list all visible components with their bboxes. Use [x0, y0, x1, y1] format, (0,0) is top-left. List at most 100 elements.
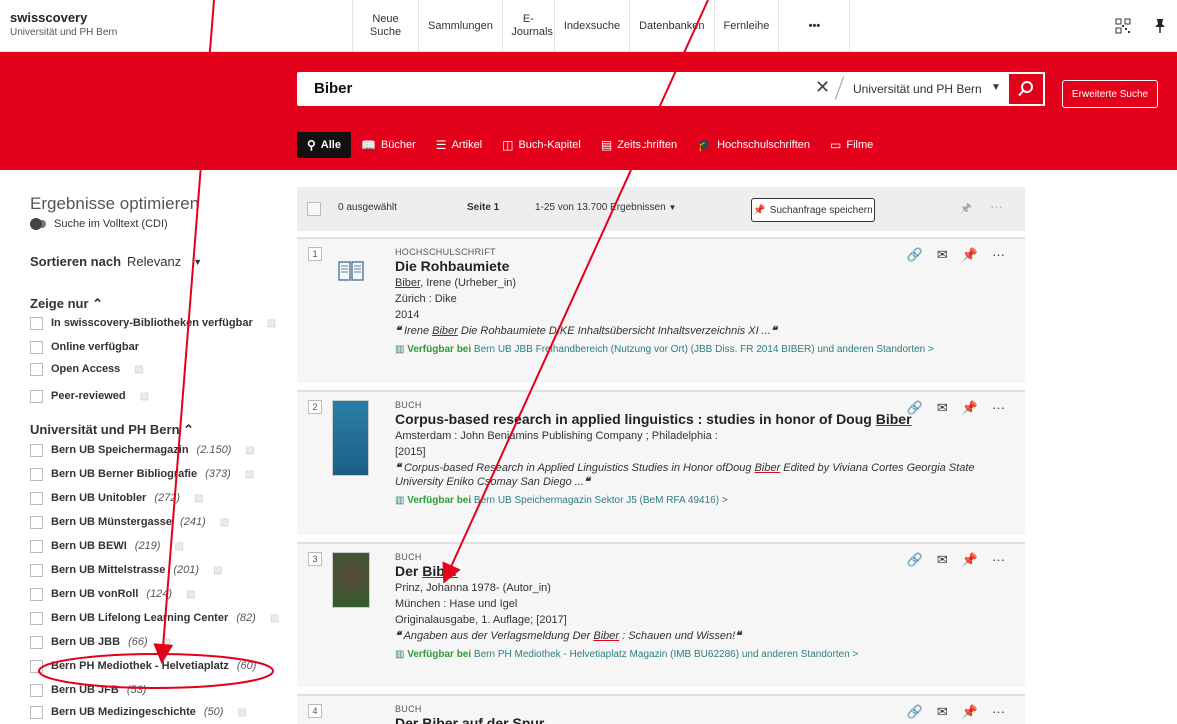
more-icon[interactable]: ··· — [992, 247, 1005, 263]
chevron-down-icon[interactable]: ▼ — [991, 82, 1001, 93]
fulltext-toggle[interactable] — [30, 218, 46, 230]
tab-theses[interactable]: 🎓 Hochschulschriften — [687, 132, 820, 158]
pin-icon[interactable]: 🖈 — [960, 199, 972, 221]
qr-code-icon[interactable] — [1115, 18, 1131, 39]
nav-index-search[interactable]: Indexsuche — [553, 0, 629, 52]
facet-library[interactable]: Bern UB JFB (53) — [30, 679, 146, 701]
pin-icon[interactable]: 📌 — [962, 247, 978, 263]
sort-select[interactable]: Relevanz — [127, 254, 181, 269]
exclude-icon[interactable]: ▧ — [237, 707, 246, 718]
email-icon[interactable]: ✉ — [937, 247, 948, 263]
result-thumbnail[interactable] — [332, 400, 372, 476]
exclude-icon[interactable]: ▧ — [267, 318, 276, 329]
result-number[interactable]: 1 — [308, 247, 322, 261]
tab-articles[interactable]: ☰ Artikel — [426, 132, 492, 158]
facet-library[interactable]: Bern UB Medizingeschichte (50) ▧ — [30, 701, 247, 723]
checkbox[interactable] — [30, 362, 43, 376]
facet-library[interactable]: Bern UB Münstergasse (241) ▧ — [30, 511, 229, 533]
facet-library[interactable]: Bern UB Mittelstrasse (201) ▧ — [30, 559, 222, 581]
exclude-icon[interactable]: ▧ — [134, 364, 143, 375]
checkbox[interactable] — [30, 587, 43, 601]
checkbox[interactable] — [30, 563, 43, 577]
result-author[interactable]: Prinz, Johanna 1978- (Autor_in) — [395, 581, 1011, 595]
tab-book-chapters[interactable]: ◫ Buch-Kapitel — [492, 132, 591, 158]
facet-library[interactable]: Bern UB vonRoll (124) ▧ — [30, 583, 196, 605]
checkbox[interactable] — [30, 389, 43, 403]
exclude-icon[interactable]: ▧ — [245, 469, 254, 480]
facet-library[interactable]: Bern UB Lifelong Learning Center (82) ▧ — [30, 607, 279, 629]
exclude-icon[interactable]: ▧ — [270, 613, 279, 624]
search-input[interactable]: Biber — [314, 80, 352, 97]
result-number[interactable]: 3 — [308, 552, 322, 566]
more-icon[interactable]: ··· — [992, 552, 1005, 568]
link-icon[interactable]: 🔗 — [907, 400, 923, 416]
tab-films[interactable]: ▭ Filme — [820, 132, 883, 158]
search-box[interactable]: Biber ✕ Universität und PH Bern ▼ — [297, 72, 1009, 106]
facet-library[interactable]: Bern UB BEWI (219) ▧ — [30, 535, 184, 557]
tab-all[interactable]: ⚲ Alle — [297, 132, 351, 158]
facet-library[interactable]: Bern UB JBB (66) ▧ — [30, 631, 171, 653]
exclude-icon[interactable]: ▧ — [213, 565, 222, 576]
facet-library[interactable]: Bern UB Unitobler (272) ▧ — [30, 487, 203, 509]
nav-new-search[interactable]: Neue Suche — [352, 0, 418, 52]
facet-online[interactable]: Online verfügbar — [30, 336, 139, 358]
nav-ejournals[interactable]: E-Journals — [501, 0, 554, 52]
pin-icon[interactable]: 📌 — [962, 552, 978, 568]
checkbox[interactable] — [30, 467, 43, 481]
facet-peer-reviewed[interactable]: Peer-reviewed ▧ — [30, 385, 149, 407]
result-item[interactable]: 2 BUCH Corpus-based research in applied … — [297, 390, 1025, 535]
checkbox[interactable] — [30, 443, 43, 457]
exclude-icon[interactable]: ▧ — [174, 541, 183, 552]
checkbox[interactable] — [30, 340, 43, 354]
search-scope-select[interactable]: Universität und PH Bern — [853, 82, 982, 96]
search-button[interactable] — [1009, 72, 1045, 106]
checkbox[interactable] — [30, 515, 43, 529]
availability-link[interactable]: ▥ Verfügbar bei Bern PH Mediothek - Helv… — [395, 649, 1011, 660]
library-heading[interactable]: Universität und PH Bern ⌃ — [30, 422, 194, 438]
show-only-heading[interactable]: Zeige nur ⌃ — [30, 296, 103, 312]
more-icon[interactable]: ··· — [992, 400, 1005, 416]
save-query-button[interactable]: 📌 Suchanfrage speichern — [751, 198, 875, 222]
result-thumbnail[interactable] — [332, 552, 372, 608]
checkbox[interactable] — [30, 611, 43, 625]
result-item[interactable]: 4 BUCH Der Biber auf der Spur 🔗 ✉ 📌 ··· — [297, 694, 1025, 724]
nav-collections[interactable]: Sammlungen — [418, 0, 502, 52]
clear-icon[interactable]: ✕ — [815, 77, 830, 98]
more-icon[interactable]: ··· — [990, 199, 1003, 221]
facet-open-access[interactable]: Open Access ▧ — [30, 358, 144, 380]
checkbox[interactable] — [30, 705, 43, 719]
link-icon[interactable]: 🔗 — [907, 247, 923, 263]
select-all-checkbox[interactable] — [307, 202, 321, 216]
pin-icon[interactable]: 📌 — [962, 400, 978, 416]
link-icon[interactable]: 🔗 — [907, 704, 923, 720]
facet-library[interactable]: Bern PH Mediothek - Helvetiaplatz (60) — [30, 655, 256, 677]
pin-icon[interactable]: 📌 — [962, 704, 978, 720]
nav-databases[interactable]: Datenbanken — [629, 0, 713, 52]
facet-library[interactable]: Bern UB Berner Bibliografie (373) ▧ — [30, 463, 254, 485]
exclude-icon[interactable]: ▧ — [140, 391, 149, 402]
result-item[interactable]: 1 HOCHSCHULSCHRIFT Die Rohbaumiete Biber… — [297, 237, 1025, 383]
checkbox[interactable] — [30, 683, 43, 697]
chevron-down-icon[interactable]: ▼ — [193, 257, 202, 267]
result-author[interactable]: Biber, Irene (Urheber_in) — [395, 276, 1011, 290]
exclude-icon[interactable]: ▧ — [220, 517, 229, 528]
facet-available[interactable]: In swisscovery-Bibliotheken verfügbar ▧ — [30, 312, 276, 334]
brand-logo[interactable]: swisscovery Universität und PH Bern — [10, 10, 117, 38]
email-icon[interactable]: ✉ — [937, 552, 948, 568]
exclude-icon[interactable]: ▧ — [162, 637, 171, 648]
exclude-icon[interactable]: ▧ — [186, 589, 195, 600]
link-icon[interactable]: 🔗 — [907, 552, 923, 568]
checkbox[interactable] — [30, 635, 43, 649]
exclude-icon[interactable]: ▧ — [194, 493, 203, 504]
tab-books[interactable]: 📖 Bücher — [351, 132, 426, 158]
checkbox[interactable] — [30, 659, 43, 673]
advanced-search-button[interactable]: Erweiterte Suche — [1062, 80, 1158, 108]
email-icon[interactable]: ✉ — [937, 400, 948, 416]
more-icon[interactable]: ··· — [992, 704, 1005, 720]
checkbox[interactable] — [30, 491, 43, 505]
result-number[interactable]: 4 — [308, 704, 322, 718]
tab-journals[interactable]: ▤ Zeitschriften — [591, 132, 687, 158]
checkbox[interactable] — [30, 316, 43, 330]
availability-link[interactable]: ▥ Verfügbar bei Bern UB Speichermagazin … — [395, 495, 1011, 506]
email-icon[interactable]: ✉ — [937, 704, 948, 720]
